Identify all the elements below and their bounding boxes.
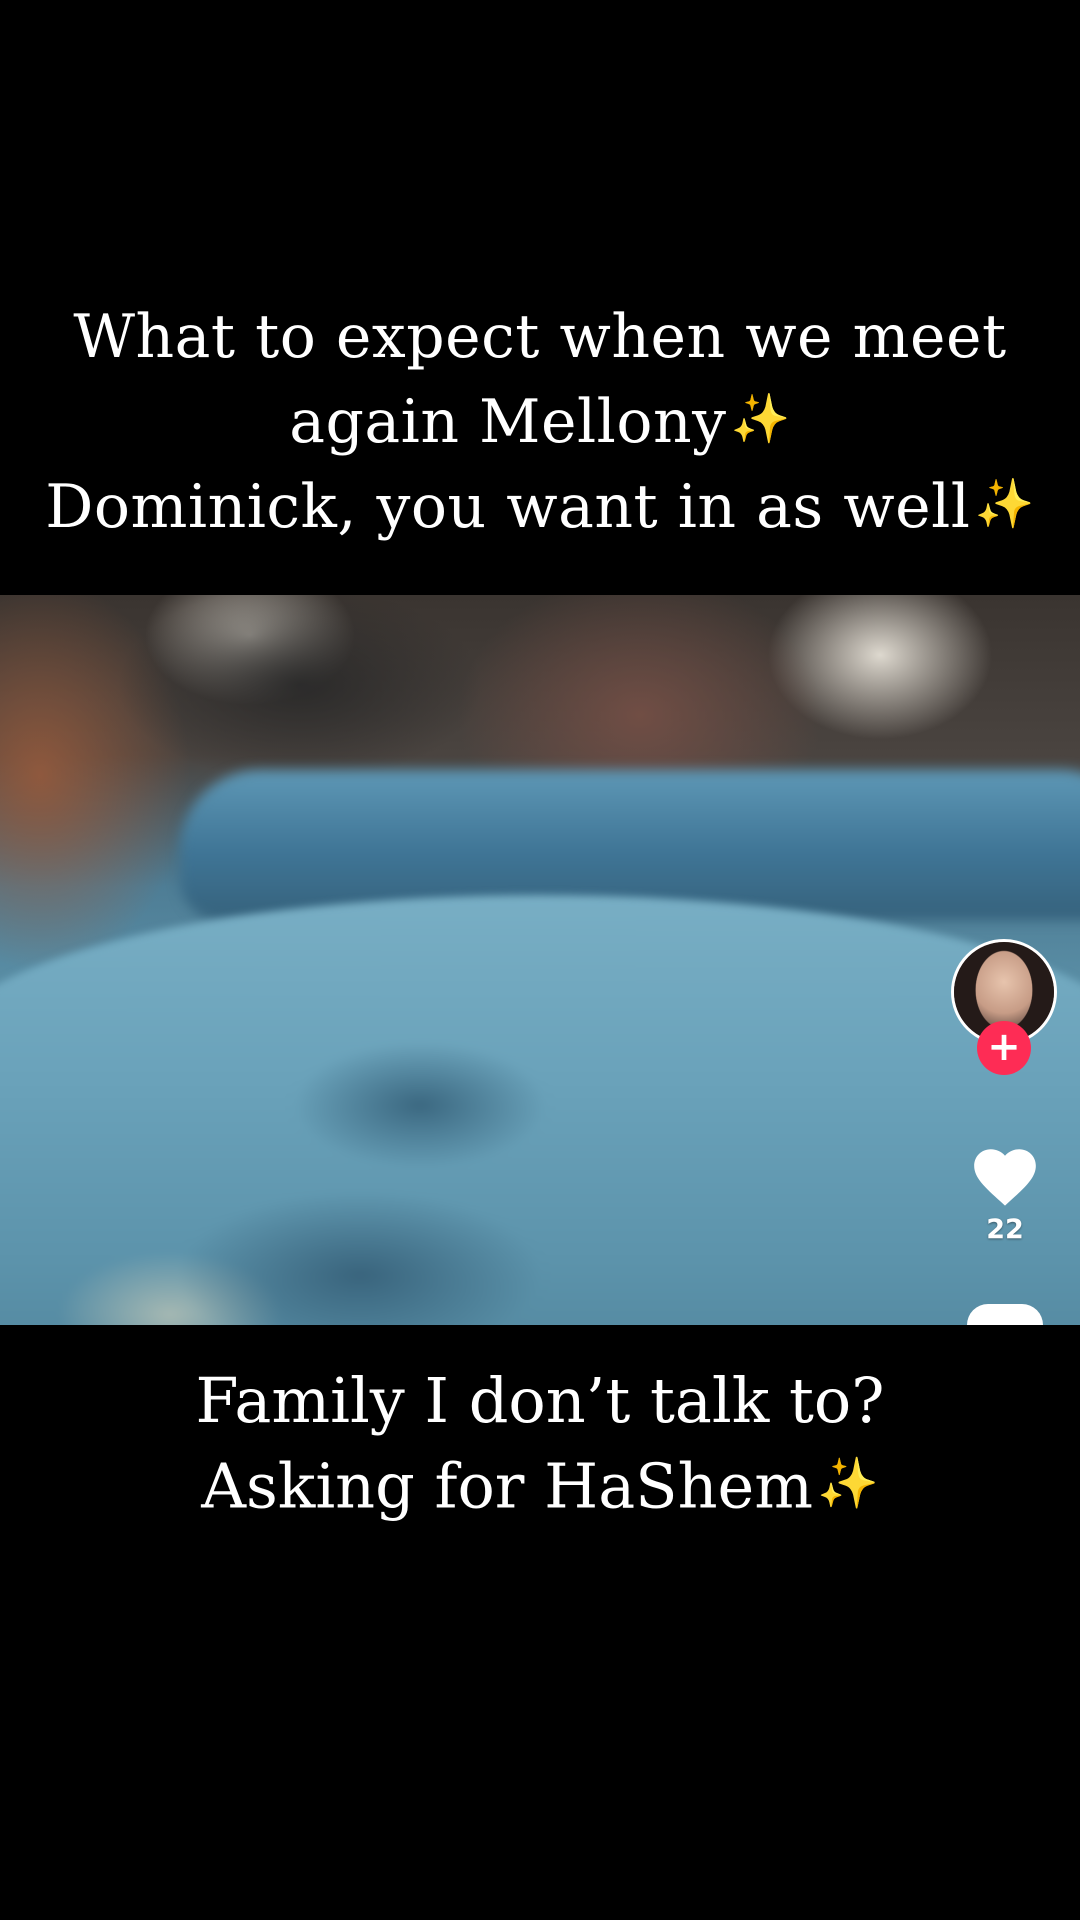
like-count: 22	[986, 1214, 1024, 1245]
caption-top-line-1: What to expect when we meet	[73, 302, 1007, 372]
video-blanket	[0, 895, 1080, 1325]
heart-icon	[974, 1149, 1036, 1206]
sparkle-icon: ✨	[730, 391, 791, 447]
like-button[interactable]	[968, 1140, 1042, 1214]
caption-bottom: Family I don’t talk to? Asking for HaShe…	[0, 1360, 1080, 1527]
caption-bottom-line-2: Asking for HaShem✨	[0, 1442, 1080, 1527]
sparkle-icon: ✨	[817, 1454, 879, 1512]
sparkle-icon: ✨	[974, 476, 1035, 533]
video-frame[interactable]	[0, 595, 1080, 1325]
caption-bottom-line-1: Family I don’t talk to?	[195, 1364, 885, 1437]
caption-top-line-2-text: again Mellony	[289, 387, 727, 458]
caption-bottom-line-2-text: Asking for HaShem	[201, 1449, 814, 1523]
plus-icon: +	[987, 1024, 1021, 1070]
follow-button[interactable]: +	[977, 1021, 1031, 1075]
caption-top-line-3-text: Dominick, you want in as well	[45, 472, 971, 543]
caption-top-line-2: again Mellony✨	[0, 378, 1080, 463]
caption-top: What to expect when we meet again Mellon…	[0, 296, 1080, 548]
comment-button[interactable]	[967, 1304, 1043, 1325]
caption-top-line-3: Dominick, you want in as well✨	[0, 463, 1080, 548]
